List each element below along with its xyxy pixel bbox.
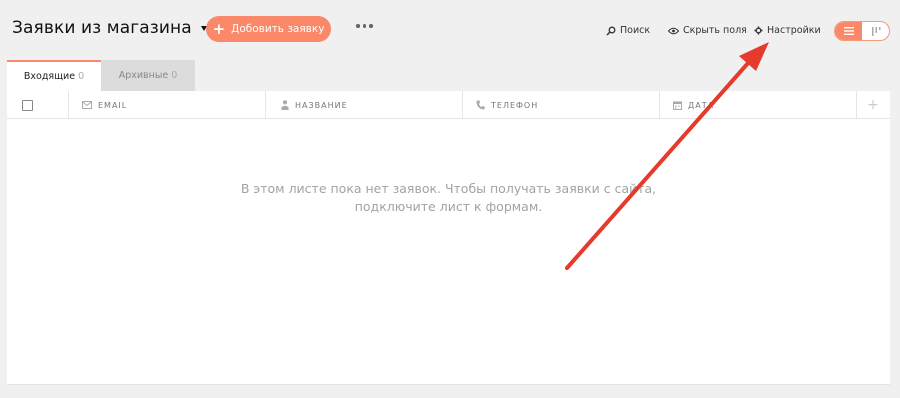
add-column-button[interactable]: + (857, 91, 890, 119)
tab-archive[interactable]: Архивные 0 (101, 60, 195, 91)
settings-label: Настройки (767, 25, 821, 36)
list-icon (843, 27, 854, 35)
kanban-view-button[interactable] (862, 22, 889, 40)
view-toggle (834, 21, 890, 41)
add-request-button[interactable]: + Добовить заявку (206, 16, 331, 42)
add-request-label: Добовить заявку (231, 23, 325, 35)
sheet-title-dropdown[interactable]: Заявки из магазина (12, 18, 207, 38)
horizontal-scrollbar[interactable] (7, 384, 890, 392)
column-phone-label: ТЕЛЕФОН (491, 100, 539, 110)
page-header: Заявки из магазина + Добовить заявку Пои… (0, 0, 900, 60)
column-name[interactable]: НАЗВАНИЕ (266, 91, 463, 119)
page-title: Заявки из магазина (12, 18, 192, 38)
select-all-cell (7, 91, 69, 119)
settings-button[interactable]: Настройки (754, 25, 821, 36)
search-label: Поиск (620, 25, 651, 36)
column-date-label: ДАТА (688, 100, 715, 110)
add-column-icon: + (867, 97, 880, 113)
calendar-icon (673, 101, 682, 110)
hide-fields-button[interactable]: Скрыть поля (668, 25, 747, 36)
sheet-tabs: Входящие 0 Архивные 0 (7, 60, 195, 91)
tab-archive-label: Архивные (118, 70, 169, 81)
column-email-label: EMAIL (98, 100, 128, 110)
tab-inbox-label: Входящие (23, 71, 76, 82)
column-date[interactable]: ДАТА (660, 91, 857, 119)
column-email[interactable]: EMAIL (69, 91, 266, 119)
tab-inbox-count: 0 (78, 71, 85, 82)
tab-archive-count: 0 (171, 70, 178, 81)
empty-state-line-2: подключите лист к формам. (354, 199, 543, 214)
more-options-icon[interactable] (354, 22, 375, 30)
search-button[interactable]: Поиск (606, 25, 650, 36)
hide-fields-label: Скрыть поля (683, 25, 747, 36)
person-icon (281, 100, 289, 110)
gear-icon (754, 26, 763, 35)
list-view-button[interactable] (835, 22, 862, 40)
phone-icon (476, 100, 485, 110)
mail-icon (82, 101, 92, 109)
eye-icon (668, 27, 679, 34)
plus-icon: + (212, 19, 226, 38)
kanban-icon (871, 26, 880, 36)
table-panel: EMAIL НАЗВАНИЕ ТЕЛЕФОН ДАТА + В этом лис… (7, 91, 890, 384)
column-name-label: НАЗВАНИЕ (295, 100, 348, 110)
select-all-checkbox[interactable] (22, 99, 33, 111)
empty-state-line-1: В этом листе пока нет заявок. Чтобы полу… (240, 181, 657, 196)
search-icon (606, 26, 616, 36)
empty-state-message: В этом листе пока нет заявок. Чтобы полу… (7, 180, 890, 216)
column-phone[interactable]: ТЕЛЕФОН (463, 91, 660, 119)
table-header: EMAIL НАЗВАНИЕ ТЕЛЕФОН ДАТА + (7, 91, 890, 119)
tab-inbox[interactable]: Входящие 0 (7, 60, 101, 91)
